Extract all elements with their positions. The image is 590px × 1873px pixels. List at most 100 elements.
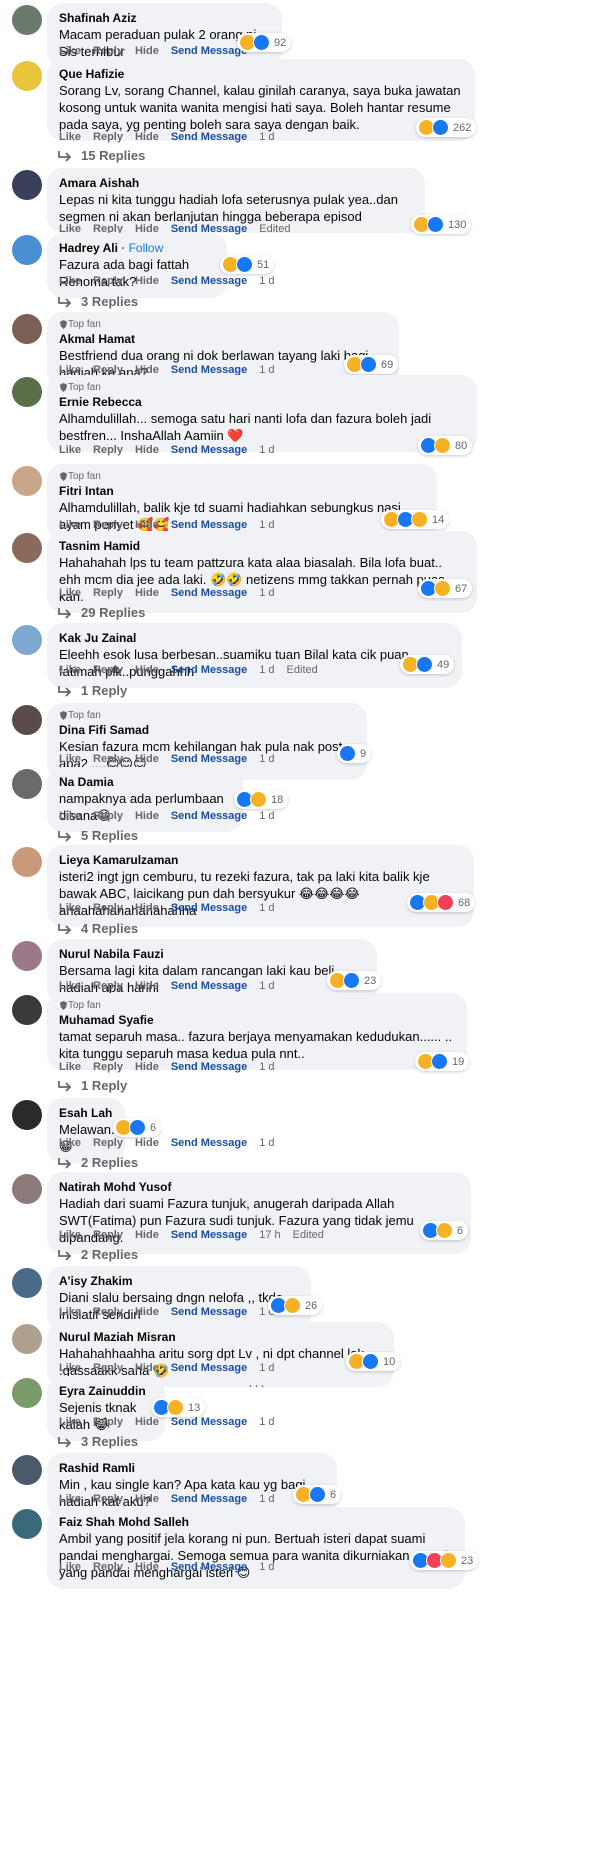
like-button[interactable]: Like [59,980,81,992]
view-replies-link[interactable]: 15 Replies [57,148,145,163]
reply-button[interactable]: Reply [93,519,123,531]
hide-button[interactable]: Hide [135,1061,159,1073]
send-message-button[interactable]: Send Message [171,587,247,599]
reaction-summary[interactable]: 23 [327,971,382,990]
hide-button[interactable]: Hide [135,1229,159,1241]
like-button[interactable]: Like [59,753,81,765]
send-message-button[interactable]: Send Message [171,275,247,287]
hide-button[interactable]: Hide [135,664,159,676]
reaction-summary[interactable]: 6 [113,1118,162,1137]
commenter-name-text[interactable]: Faiz Shah Mohd Salleh [59,1515,189,1529]
follow-link[interactable]: Follow [129,241,164,255]
send-message-button[interactable]: Send Message [171,664,247,676]
commenter-name[interactable]: Muhamad Syafie [59,1012,455,1028]
commenter-name-text[interactable]: Esah Lah [59,1106,112,1120]
view-replies-link[interactable]: 2 Replies [57,1247,138,1262]
commenter-name-text[interactable]: Ernie Rebecca [59,395,142,409]
comment-time[interactable]: 1 d [259,275,274,287]
commenter-name[interactable]: Rashid Ramli [59,1460,325,1476]
like-button[interactable]: Like [59,131,81,143]
hide-button[interactable]: Hide [135,1137,159,1149]
commenter-name[interactable]: Na Damia [59,774,231,790]
avatar[interactable] [12,1174,42,1204]
commenter-name-text[interactable]: Muhamad Syafie [59,1013,154,1027]
like-button[interactable]: Like [59,810,81,822]
comment-time[interactable]: 1 d [259,587,274,599]
comment-time[interactable]: 1 d [259,980,274,992]
reply-button[interactable]: Reply [93,275,123,287]
view-replies-label[interactable]: 29 Replies [81,605,145,620]
avatar[interactable] [12,1455,42,1485]
avatar[interactable] [12,1378,42,1408]
like-button[interactable]: Like [59,1306,81,1318]
commenter-name[interactable]: Shafinah Aziz [59,10,270,26]
avatar[interactable] [12,533,42,563]
reaction-summary[interactable]: 80 [418,436,473,455]
commenter-name[interactable]: A'isy Zhakim [59,1273,299,1289]
view-replies-link[interactable]: 4 Replies [57,921,138,936]
reaction-summary[interactable]: 67 [418,579,473,598]
commenter-name[interactable]: Hadrey Ali · Follow [59,240,215,256]
commenter-name-text[interactable]: Kak Ju Zainal [59,631,136,645]
comment-time[interactable]: 1 d [259,444,274,456]
commenter-name[interactable]: Kak Ju Zainal [59,630,450,646]
like-button[interactable]: Like [59,1416,81,1428]
reaction-summary[interactable]: 10 [346,1352,401,1371]
comment-time[interactable]: 1 d [259,131,274,143]
hide-button[interactable]: Hide [135,275,159,287]
reaction-summary[interactable]: 23 [410,1551,479,1570]
commenter-name[interactable]: Natirah Mohd Yusof [59,1179,459,1195]
send-message-button[interactable]: Send Message [171,1061,247,1073]
comment-time[interactable]: 17 h [259,1229,280,1241]
view-replies-label[interactable]: 2 Replies [81,1155,138,1170]
commenter-name-text[interactable]: Nurul Maziah Misran [59,1330,176,1344]
commenter-name-text[interactable]: Rashid Ramli [59,1461,135,1475]
commenter-name[interactable]: Lieya Kamarulzaman [59,852,462,868]
hide-button[interactable]: Hide [135,980,159,992]
avatar[interactable] [12,466,42,496]
avatar[interactable] [12,314,42,344]
hide-button[interactable]: Hide [135,131,159,143]
reaction-summary[interactable]: 6 [293,1485,342,1504]
view-replies-link[interactable]: 1 Reply [57,1078,127,1093]
reaction-summary[interactable]: 130 [411,215,472,234]
commenter-name[interactable]: Akmal Hamat [59,331,387,347]
commenter-name-text[interactable]: Akmal Hamat [59,332,135,346]
send-message-button[interactable]: Send Message [171,810,247,822]
reply-button[interactable]: Reply [93,810,123,822]
comment-time[interactable]: 1 d [259,753,274,765]
view-replies-label[interactable]: 15 Replies [81,148,145,163]
send-message-button[interactable]: Send Message [171,1416,247,1428]
commenter-name-text[interactable]: Nurul Nabila Fauzi [59,947,164,961]
commenter-name-text[interactable]: Dina Fifi Samad [59,723,149,737]
avatar[interactable] [12,995,42,1025]
reply-button[interactable]: Reply [93,1229,123,1241]
hide-button[interactable]: Hide [135,587,159,599]
hide-button[interactable]: Hide [135,1362,159,1374]
reaction-summary[interactable]: 9 [337,744,372,763]
hide-button[interactable]: Hide [135,1416,159,1428]
like-button[interactable]: Like [59,45,81,57]
avatar[interactable] [12,5,42,35]
comment-time[interactable]: 1 d [259,1416,274,1428]
like-button[interactable]: Like [59,902,81,914]
avatar[interactable] [12,235,42,265]
view-replies-label[interactable]: 4 Replies [81,921,138,936]
reply-button[interactable]: Reply [93,1416,123,1428]
reaction-summary[interactable]: 92 [237,33,292,52]
view-replies-label[interactable]: 3 Replies [81,1434,138,1449]
hide-button[interactable]: Hide [135,45,159,57]
avatar[interactable] [12,705,42,735]
send-message-button[interactable]: Send Message [171,1306,247,1318]
comment-time[interactable]: 1 d [259,1493,274,1505]
commenter-name-text[interactable]: Fitri Intan [59,484,114,498]
avatar[interactable] [12,377,42,407]
commenter-name-text[interactable]: Natirah Mohd Yusof [59,1180,171,1194]
hide-button[interactable]: Hide [135,444,159,456]
view-replies-label[interactable]: 5 Replies [81,828,138,843]
commenter-name-text[interactable]: Shafinah Aziz [59,11,137,25]
hide-button[interactable]: Hide [135,810,159,822]
view-replies-link[interactable]: 3 Replies [57,1434,138,1449]
avatar[interactable] [12,847,42,877]
comment-time[interactable]: 1 d [259,1061,274,1073]
